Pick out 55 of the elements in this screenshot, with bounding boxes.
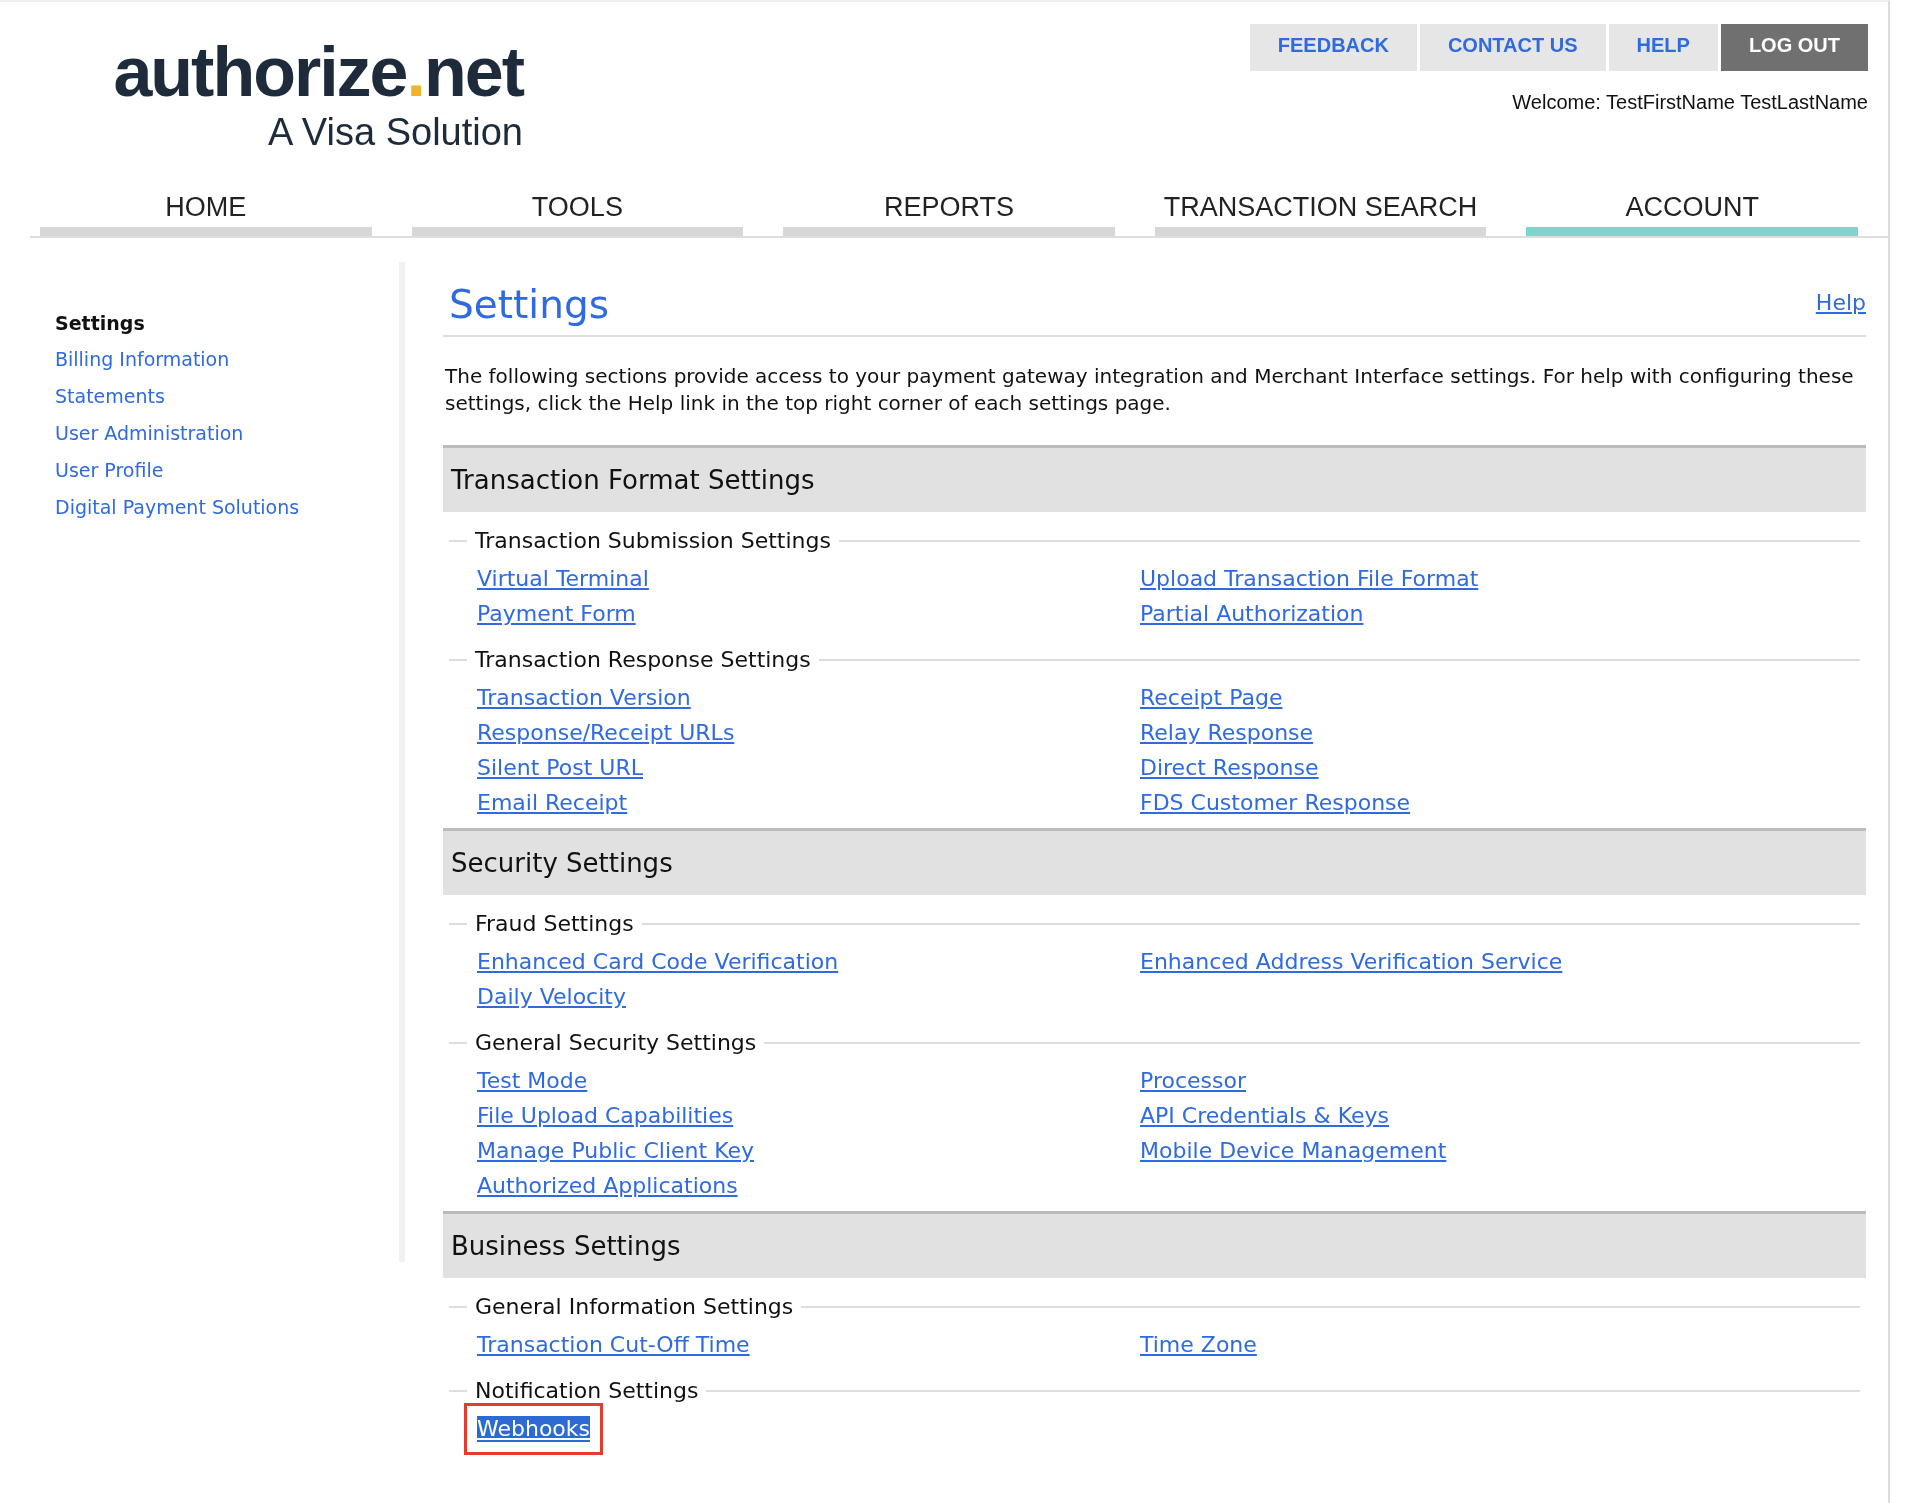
settings-link[interactable]: Enhanced Card Code Verification: [477, 944, 839, 979]
group-heading: General Information Settings: [475, 1294, 794, 1319]
section-header: Security Settings: [443, 828, 1866, 895]
settings-link[interactable]: Transaction Version: [477, 680, 691, 715]
settings-link[interactable]: Receipt Page: [1140, 680, 1283, 715]
settings-link[interactable]: Test Mode: [477, 1063, 588, 1098]
group-heading: Transaction Submission Settings: [475, 528, 831, 553]
settings-link[interactable]: Time Zone: [1140, 1327, 1257, 1362]
settings-link[interactable]: Manage Public Client Key: [477, 1133, 755, 1168]
header-link[interactable]: FEEDBACK: [1249, 24, 1417, 71]
nav-tab[interactable]: ACCOUNT: [1526, 184, 1858, 236]
settings-link[interactable]: Upload Transaction File Format: [1140, 561, 1479, 596]
settings-link[interactable]: Virtual Terminal: [477, 561, 649, 596]
settings-link[interactable]: Relay Response: [1140, 715, 1314, 750]
settings-link[interactable]: Webhooks: [477, 1416, 591, 1442]
header-link[interactable]: LOG OUT: [1720, 24, 1868, 71]
nav-tab[interactable]: HOME: [40, 184, 372, 236]
settings-link[interactable]: Partial Authorization: [1140, 596, 1364, 631]
settings-link[interactable]: Enhanced Address Verification Service: [1140, 944, 1563, 979]
sidebar-link[interactable]: User Profile: [55, 459, 399, 481]
settings-link[interactable]: API Credentials & Keys: [1140, 1098, 1389, 1133]
section-header: Business Settings: [443, 1211, 1866, 1278]
nav-tab[interactable]: REPORTS: [783, 184, 1115, 236]
nav-tab[interactable]: TRANSACTION SEARCH: [1154, 184, 1487, 236]
sidebar-link[interactable]: User Administration: [55, 422, 399, 444]
settings-link[interactable]: FDS Customer Response: [1140, 785, 1411, 820]
settings-link[interactable]: Processor: [1140, 1063, 1246, 1098]
settings-link[interactable]: File Upload Capabilities: [477, 1098, 734, 1133]
header-link[interactable]: CONTACT US: [1419, 24, 1606, 71]
settings-link[interactable]: Silent Post URL: [477, 750, 643, 785]
sidebar-heading: Settings: [55, 312, 146, 334]
nav-tab[interactable]: TOOLS: [411, 184, 744, 236]
settings-link[interactable]: Payment Form: [477, 596, 636, 631]
intro-text: The following sections provide access to your payment gateway integration and Merchant Interface settings. For help with configuring these settings, click the Help link in the top right corner of each settings page.: [445, 363, 1855, 417]
group-heading: General Security Settings: [475, 1030, 757, 1055]
group-heading: Transaction Response Settings: [475, 647, 811, 672]
group-heading: Notification Settings: [475, 1378, 699, 1403]
welcome-text: Welcome: TestFirstName TestLastName: [1512, 91, 1868, 114]
sidebar-link[interactable]: Digital Payment Solutions: [55, 496, 399, 518]
settings-link[interactable]: Authorized Applications: [477, 1168, 738, 1203]
settings-link[interactable]: Direct Response: [1140, 750, 1319, 785]
settings-link[interactable]: Transaction Cut-Off Time: [477, 1327, 750, 1362]
logo-tagline: A Visa Solution: [268, 110, 523, 154]
header-link[interactable]: HELP: [1608, 24, 1718, 71]
group-heading: Fraud Settings: [475, 911, 634, 936]
settings-link[interactable]: Daily Velocity: [477, 979, 626, 1014]
settings-link[interactable]: Response/Receipt URLs: [477, 715, 735, 750]
help-link[interactable]: Help: [1815, 282, 1866, 315]
sidebar-link[interactable]: Billing Information: [55, 348, 399, 370]
page-title: Settings: [449, 282, 609, 327]
section-header: Transaction Format Settings: [443, 445, 1866, 512]
settings-link[interactable]: Email Receipt: [477, 785, 628, 820]
logo-wordmark: authorize.net: [113, 34, 523, 110]
sidebar-link[interactable]: Statements: [55, 385, 399, 407]
settings-link[interactable]: Mobile Device Management: [1140, 1133, 1447, 1168]
